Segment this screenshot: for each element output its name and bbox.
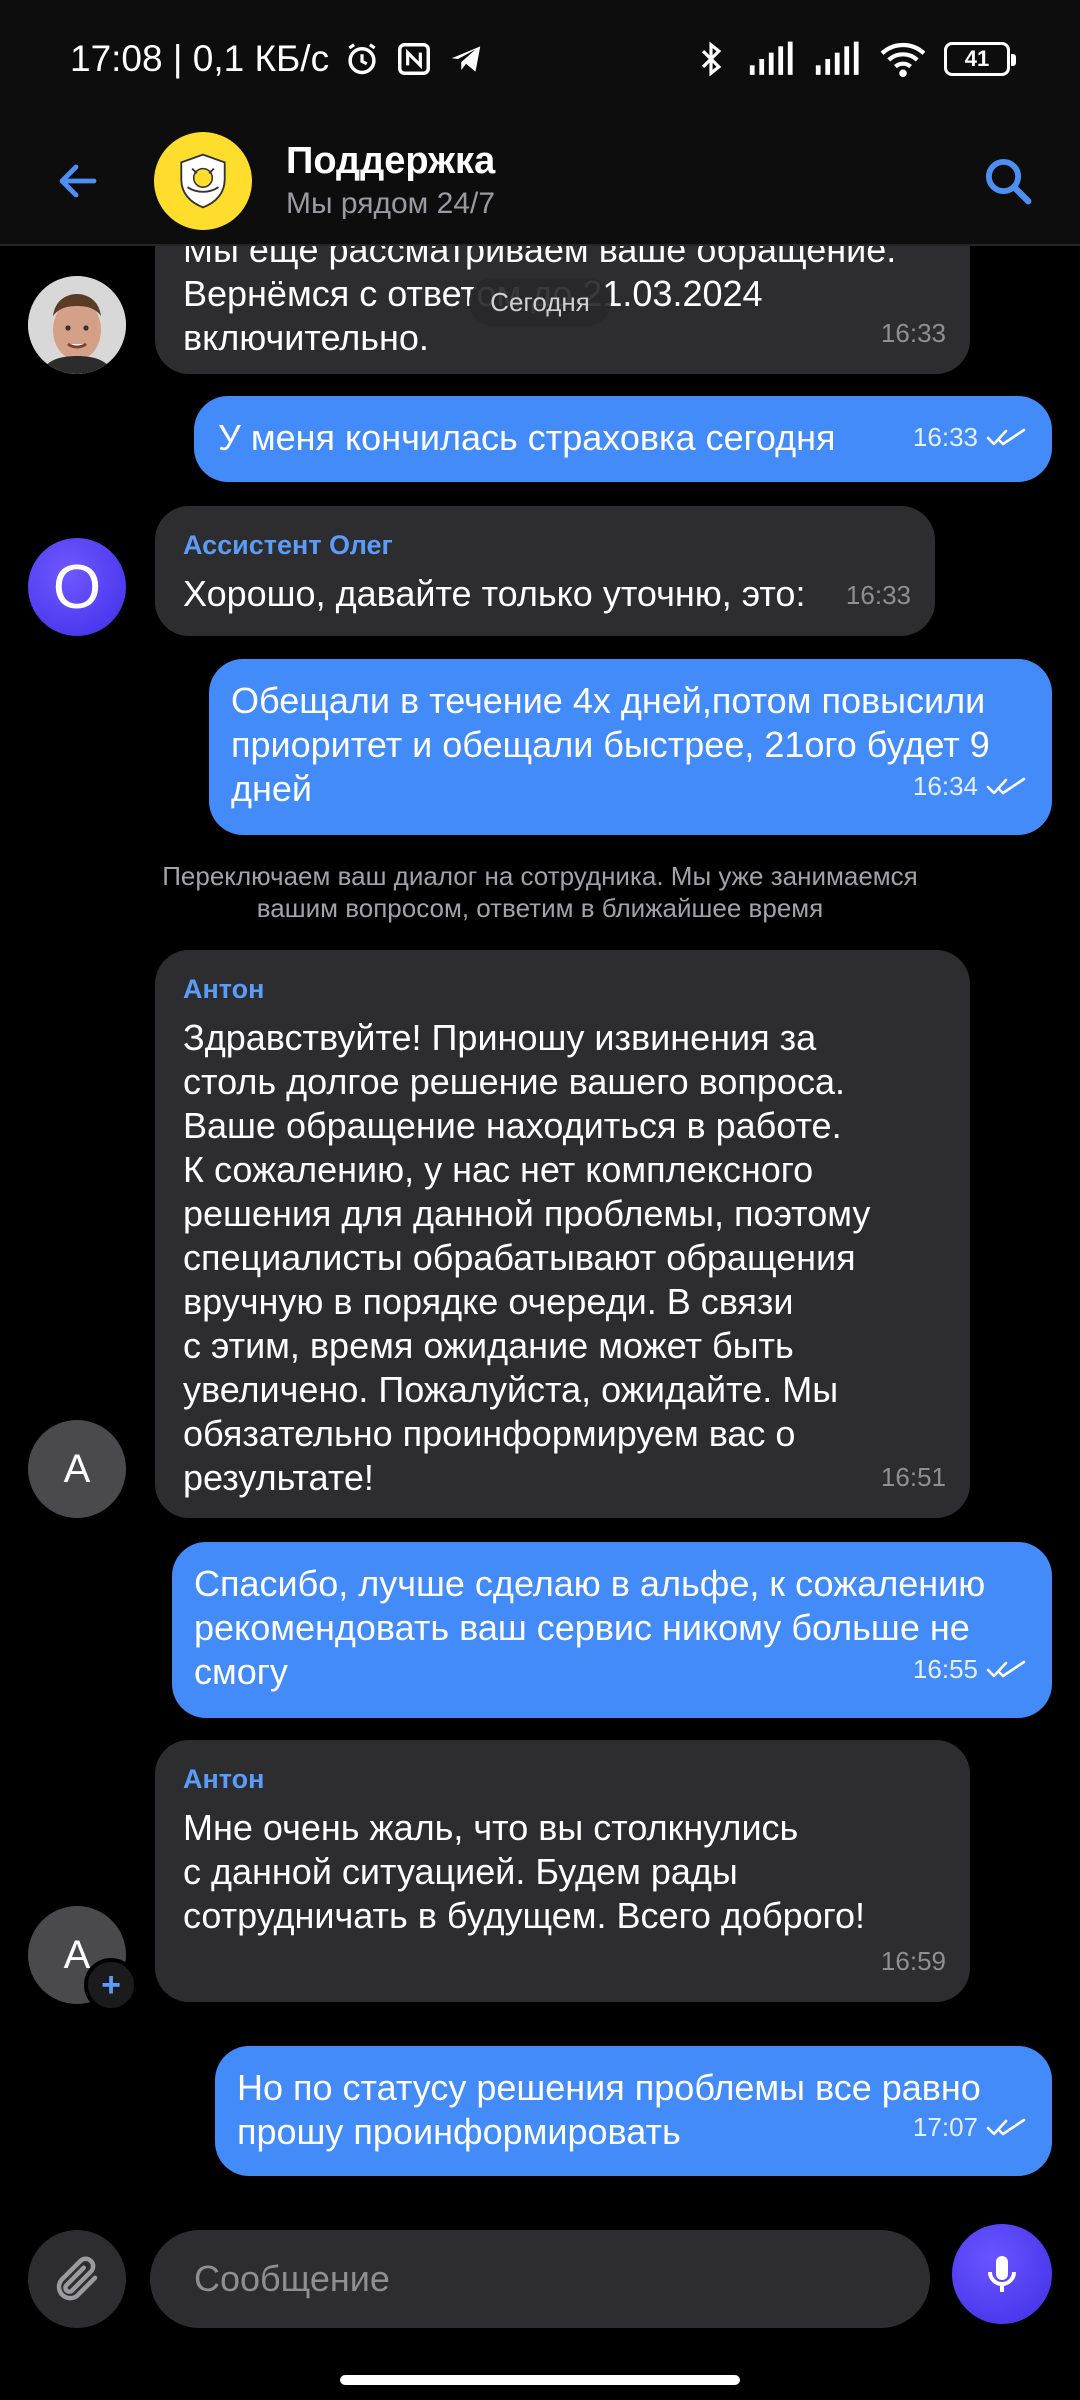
paperclip-icon [56, 2256, 98, 2301]
back-button[interactable] [30, 133, 126, 229]
message-input[interactable] [150, 2230, 930, 2328]
message-time: 16:33 [880, 318, 946, 348]
double-check-icon [986, 777, 1026, 795]
avatar-letter: А [63, 1446, 91, 1491]
sender-name[interactable]: Антон [183, 972, 942, 1006]
message-bubble[interactable]: Спасибо, лучше сделаю в альфе, к сожален… [172, 1542, 1052, 1718]
system-notice: Переключаем ваш диалог на сотрудника. Мы… [162, 861, 918, 923]
wifi-icon [880, 42, 926, 78]
operator-photo [28, 276, 126, 374]
shield-logo-icon [180, 153, 226, 209]
signal-icon [815, 41, 859, 75]
double-check-icon [986, 428, 1026, 446]
chat-title: Поддержка [286, 140, 496, 182]
message-bubble[interactable]: У меня кончилась страховка сегодня 16:33 [194, 396, 1052, 482]
add-contact-button[interactable]: + [84, 1958, 138, 2012]
avatar-letter: О [52, 552, 102, 622]
message-time: 16:51 [880, 1462, 946, 1492]
double-check-icon [986, 1660, 1026, 1678]
message-time: 16:59 [880, 1946, 946, 1976]
attach-button[interactable] [28, 2230, 126, 2328]
avatar[interactable]: А [28, 1420, 126, 1518]
avatar[interactable] [28, 276, 126, 374]
message-bubble[interactable]: Но по статусу решения проблемы все равно… [215, 2046, 1052, 2176]
message-list[interactable]: Мы ещё рассматриваем ваше обращение. Вер… [0, 246, 1080, 2190]
message-time: 16:55 [912, 1654, 978, 1684]
chat-title-block[interactable]: Поддержка Мы рядом 24/7 [286, 138, 495, 224]
date-separator: Сегодня [469, 278, 611, 326]
signal-icon [749, 41, 793, 75]
bank-logo[interactable] [154, 132, 252, 230]
voice-record-button[interactable] [952, 2224, 1052, 2324]
sender-name[interactable]: Ассистент Олег [183, 528, 907, 562]
message-time: 16:33 [912, 422, 978, 452]
message-bubble[interactable]: Антон Мне очень жаль, что вы столкнулись… [155, 1740, 970, 2002]
message-meta: 17:07 [913, 2112, 1026, 2142]
double-check-icon [986, 2118, 1026, 2136]
message-composer [0, 2190, 1080, 2400]
home-indicator[interactable] [340, 2375, 740, 2385]
plus-icon: + [101, 1965, 121, 2004]
message-bubble[interactable]: Обещали в течение 4х дней,потом повысили… [209, 659, 1052, 835]
chat-header: Поддержка Мы рядом 24/7 [0, 118, 1080, 246]
message-time: 16:33 [845, 580, 911, 610]
bluetooth-icon [701, 41, 722, 77]
sender-name[interactable]: Антон [183, 1762, 942, 1796]
battery-icon: 41 [944, 42, 1016, 76]
message-meta: 16:34 [913, 771, 1026, 801]
status-time: 17:08 | 0,1 КБ/с [70, 38, 330, 79]
message-text: Мне очень жаль, что вы столкнулись с дан… [183, 1807, 865, 1936]
back-arrow-icon [59, 164, 97, 198]
message-bubble[interactable]: Антон Здравствуйте! Приношу извинения за… [155, 950, 970, 1518]
chat-subtitle: Мы рядом 24/7 [286, 187, 496, 220]
message-time: 16:34 [912, 771, 978, 801]
nfc-icon [398, 43, 431, 75]
avatar-letter: А [63, 1932, 91, 1977]
alarm-icon [348, 43, 376, 75]
search-button[interactable] [968, 141, 1048, 221]
telegram-icon [451, 46, 481, 72]
message-text: Здравствуйте! Приношу извинения за столь… [183, 1017, 871, 1498]
status-bar: 17:08 | 0,1 КБ/с 41 [0, 0, 1080, 118]
avatar[interactable]: О [28, 538, 126, 636]
message-time: 17:07 [912, 2112, 978, 2142]
microphone-icon [988, 2256, 1016, 2292]
message-text: Хорошо, давайте только уточню, это: [183, 573, 806, 614]
search-icon [985, 158, 1032, 205]
message-meta: 16:33 [913, 422, 1026, 452]
message-bubble[interactable]: Ассистент Олег Хорошо, давайте только ут… [155, 506, 935, 636]
message-meta: 16:55 [913, 1654, 1026, 1684]
